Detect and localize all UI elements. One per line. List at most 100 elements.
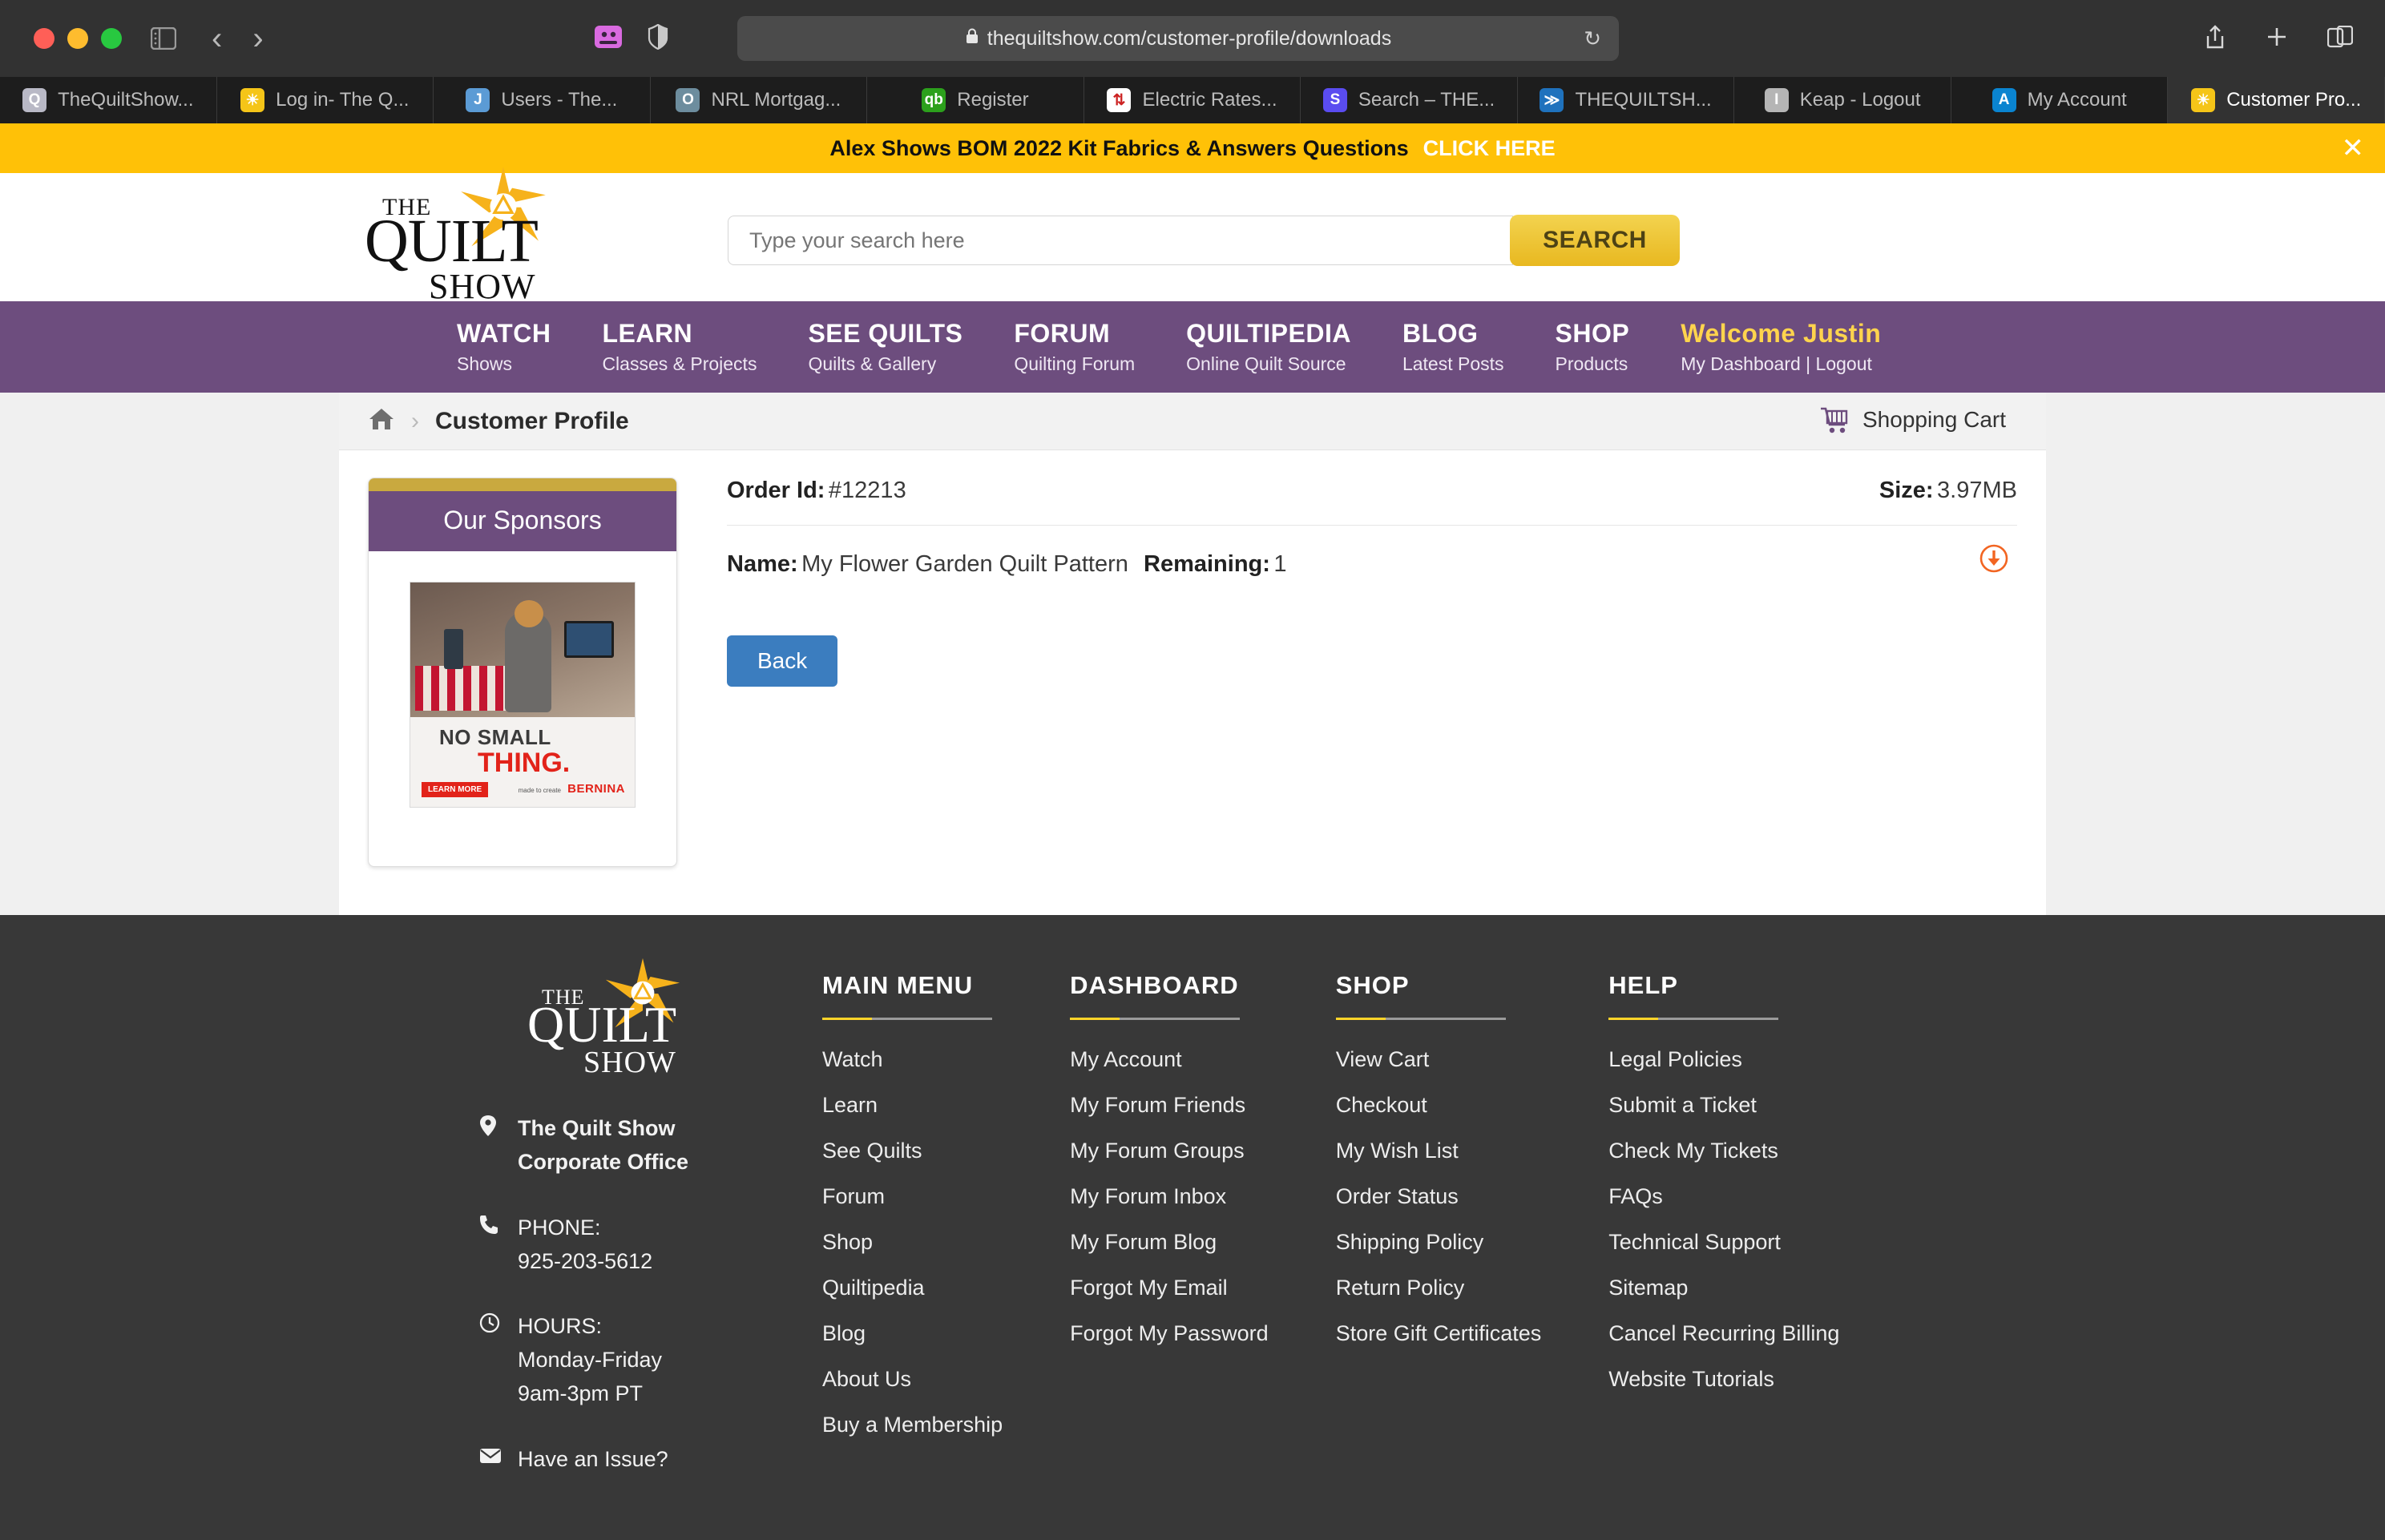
footer-link[interactable]: Cancel Recurring Billing — [1608, 1321, 1839, 1346]
minimize-window-button[interactable] — [67, 28, 88, 49]
footer-link[interactable]: Sitemap — [1608, 1276, 1839, 1300]
footer-link[interactable]: Technical Support — [1608, 1230, 1839, 1255]
browser-tab[interactable]: ⇅ Electric Rates... — [1084, 77, 1301, 123]
footer-link[interactable]: Learn — [822, 1093, 1003, 1118]
sponsor-ad-bernina[interactable]: NO SMALL THING. LEARN MORE made to creat… — [410, 582, 636, 808]
tabs-overview-icon[interactable] — [2326, 25, 2354, 52]
browser-tab[interactable]: qb Register — [867, 77, 1084, 123]
nav-item-forum[interactable]: FORUM Quilting Forum — [1014, 319, 1135, 375]
browser-tab[interactable]: ☀ Customer Pro... — [2168, 77, 2385, 123]
nav-item-title: SEE QUILTS — [808, 319, 963, 348]
nav-item-subtitle[interactable]: Latest Posts — [1402, 353, 1504, 375]
footer-column-shop: SHOP View Cart Checkout My Wish List Order S… — [1335, 971, 1542, 1509]
nav-item-blog[interactable]: BLOG Latest Posts — [1402, 319, 1504, 375]
back-arrow-icon[interactable]: ‹ — [212, 22, 222, 54]
footer-link[interactable]: Shop — [822, 1230, 1003, 1255]
search-bar[interactable]: SEARCH — [728, 215, 1680, 266]
footer-link[interactable]: My Forum Groups — [1070, 1139, 1269, 1163]
nav-item-learn[interactable]: LEARN Classes & Projects — [602, 319, 757, 375]
footer-link[interactable]: Submit a Ticket — [1608, 1093, 1839, 1118]
nav-item-subtitle[interactable]: Shows — [457, 353, 551, 375]
back-button[interactable]: Back — [727, 635, 838, 687]
tab-title: THEQUILTSH... — [1575, 89, 1712, 111]
footer-link[interactable]: My Forum Inbox — [1070, 1184, 1269, 1209]
address-bar[interactable]: thequiltshow.com/customer-profile/downlo… — [737, 16, 1619, 61]
tab-title: Users - The... — [501, 89, 618, 111]
search-input[interactable] — [728, 216, 1513, 265]
browser-tab[interactable]: I Keap - Logout — [1734, 77, 1951, 123]
footer-link[interactable]: Check My Tickets — [1608, 1139, 1839, 1163]
nav-item-watch[interactable]: WATCH Shows — [457, 319, 551, 375]
footer-link[interactable]: My Wish List — [1336, 1139, 1542, 1163]
promo-cta-link[interactable]: CLICK HERE — [1423, 136, 1556, 161]
footer-logo[interactable]: THE QUILT SHOW — [527, 957, 712, 1080]
window-traffic-lights[interactable] — [34, 28, 122, 49]
reload-icon[interactable]: ↻ — [1584, 26, 1601, 51]
download-arrow-icon[interactable] — [1979, 543, 2009, 578]
footer-link[interactable]: My Account — [1070, 1047, 1269, 1072]
nav-item-subtitle[interactable]: My Dashboard | Logout — [1681, 353, 1881, 375]
browser-tab[interactable]: O NRL Mortgag... — [651, 77, 868, 123]
maximize-window-button[interactable] — [101, 28, 122, 49]
privacy-shield-icon[interactable] — [648, 23, 668, 54]
footer-link[interactable]: Store Gift Certificates — [1336, 1321, 1542, 1346]
nav-item-see-quilts[interactable]: SEE QUILTS Quilts & Gallery — [808, 319, 962, 375]
browser-tab[interactable]: J Users - The... — [434, 77, 651, 123]
nav-item-welcome-justin[interactable]: Welcome Justin My Dashboard | Logout — [1681, 319, 1881, 375]
browser-tab[interactable]: ☀ Log in- The Q... — [217, 77, 434, 123]
browser-tab[interactable]: A My Account — [1951, 77, 2169, 123]
footer-link[interactable]: View Cart — [1336, 1047, 1542, 1072]
footer-link[interactable]: Quiltipedia — [822, 1276, 1003, 1300]
sponsor-ad-quilt — [415, 666, 515, 711]
shopping-cart-link[interactable]: Shopping Cart — [1819, 405, 2006, 434]
download-meta-row: Order Id: #12213 Size: 3.97MB — [727, 478, 2017, 526]
extension-icon[interactable] — [593, 24, 623, 54]
footer-contact-line: PHONE: — [518, 1215, 601, 1240]
footer-contact-column: THE QUILT SHOW The Quilt Show Corporate O… — [479, 957, 800, 1509]
footer-link[interactable]: Buy a Membership — [822, 1413, 1003, 1437]
footer-link[interactable]: See Quilts — [822, 1139, 1003, 1163]
nav-item-subtitle[interactable]: Online Quilt Source — [1186, 353, 1351, 375]
tab-title: NRL Mortgag... — [711, 89, 841, 111]
close-icon[interactable]: ✕ — [2342, 132, 2365, 164]
footer-link[interactable]: My Forum Friends — [1070, 1093, 1269, 1118]
new-tab-icon[interactable] — [2265, 25, 2289, 53]
browser-tab[interactable]: Q TheQuiltShow... — [0, 77, 217, 123]
footer-link[interactable]: Shipping Policy — [1336, 1230, 1542, 1255]
footer-link[interactable]: My Forum Blog — [1070, 1230, 1269, 1255]
footer-link[interactable]: Forgot My Password — [1070, 1321, 1269, 1346]
footer-link[interactable]: Watch — [822, 1047, 1003, 1072]
main-navigation[interactable]: WATCH Shows LEARN Classes & Projects SEE QUI… — [0, 301, 2385, 393]
footer-link[interactable]: Checkout — [1336, 1093, 1542, 1118]
browser-tab[interactable]: S Search – THE... — [1301, 77, 1518, 123]
tab-favicon-icon: I — [1764, 88, 1789, 112]
forward-arrow-icon[interactable]: › — [252, 22, 263, 54]
promo-banner[interactable]: Alex Shows BOM 2022 Kit Fabrics & Answer… — [0, 123, 2385, 173]
footer-link[interactable]: Website Tutorials — [1608, 1367, 1839, 1392]
nav-item-subtitle[interactable]: Products — [1556, 353, 1630, 375]
footer-link[interactable]: Legal Policies — [1608, 1047, 1839, 1072]
footer-link[interactable]: Forgot My Email — [1070, 1276, 1269, 1300]
search-button[interactable]: SEARCH — [1510, 215, 1680, 266]
nav-item-shop[interactable]: SHOP Products — [1556, 319, 1630, 375]
nav-item-subtitle[interactable]: Classes & Projects — [602, 353, 757, 375]
close-window-button[interactable] — [34, 28, 54, 49]
nav-item-subtitle[interactable]: Quilts & Gallery — [808, 353, 962, 375]
sponsor-ad-cta[interactable]: LEARN MORE — [422, 782, 489, 797]
browser-tab[interactable]: ≫ THEQUILTSH... — [1518, 77, 1735, 123]
home-icon[interactable] — [368, 407, 395, 435]
nav-item-quiltipedia[interactable]: QUILTIPEDIA Online Quilt Source — [1186, 319, 1351, 375]
footer-link[interactable]: Forum — [822, 1184, 1003, 1209]
footer-contact-text: Have an Issue? — [518, 1443, 668, 1477]
footer-link[interactable]: Order Status — [1336, 1184, 1542, 1209]
tab-favicon-icon: qb — [922, 88, 946, 112]
sidebar-toggle-icon[interactable] — [151, 27, 176, 50]
footer-link[interactable]: About Us — [822, 1367, 1003, 1392]
tab-strip[interactable]: Q TheQuiltShow... ☀ Log in- The Q... J Users … — [0, 77, 2385, 123]
footer-link[interactable]: Blog — [822, 1321, 1003, 1346]
footer-link[interactable]: FAQs — [1608, 1184, 1839, 1209]
footer-link[interactable]: Return Policy — [1336, 1276, 1542, 1300]
footer-column-main-menu: MAIN MENU Watch Learn See Quilts Forum Shop Qu… — [822, 971, 1003, 1509]
nav-item-subtitle[interactable]: Quilting Forum — [1014, 353, 1135, 375]
share-icon[interactable] — [2204, 24, 2226, 54]
